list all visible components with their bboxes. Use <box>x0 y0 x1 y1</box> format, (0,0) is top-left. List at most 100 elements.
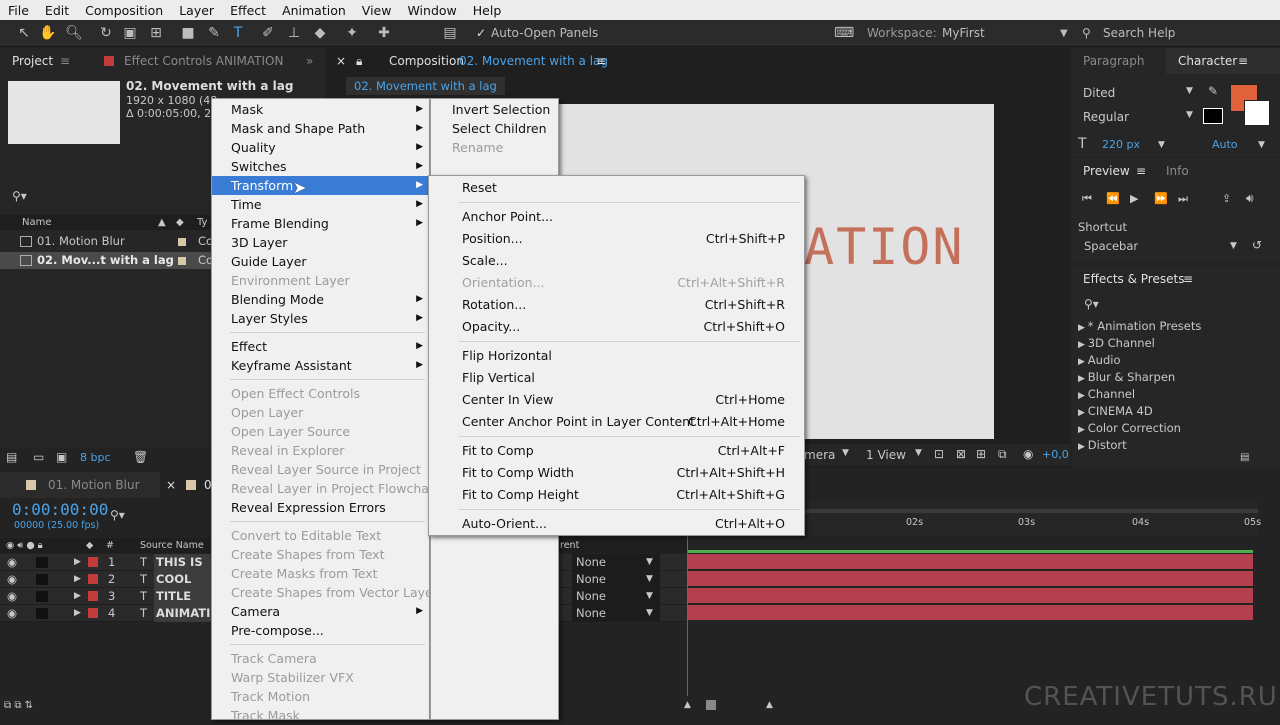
effects-search-icon[interactable]: ⚲▾ <box>1084 297 1099 311</box>
layer-menu-item[interactable]: Camera ▶ <box>212 602 429 621</box>
panel-overflow-icon[interactable]: » <box>306 48 313 74</box>
fast-preview-icon[interactable]: ⊠ <box>956 447 966 461</box>
parent-dropdown-icon[interactable]: ▼ <box>646 588 653 605</box>
layer-menu-item[interactable]: 3D Layer <box>212 233 429 252</box>
disclosure-triangle-icon[interactable]: ▶ <box>1078 340 1088 350</box>
layer-menu-item[interactable]: Layer Styles ▶ <box>212 309 429 328</box>
toggle-pixel-icon[interactable]: ⊡ <box>934 447 944 461</box>
transform-menu-item[interactable]: Flip Vertical <box>429 367 804 389</box>
font-size-value[interactable]: 220 px <box>1102 138 1140 151</box>
eye-icon[interactable]: ◉ <box>7 588 17 605</box>
expand-triangle-icon[interactable]: ▶ <box>74 588 81 605</box>
composition-tab-prefix[interactable]: Composition <box>389 48 464 74</box>
brush-tool-icon[interactable]: ✐ <box>258 23 278 43</box>
layer-menu-item[interactable]: Quality ▶ <box>212 138 429 157</box>
leading-value[interactable]: Auto <box>1212 138 1238 151</box>
pen-tool-icon[interactable]: ✎ <box>204 23 224 43</box>
puppet-pin-tool-icon[interactable]: ✚ <box>374 23 394 43</box>
layer-menu-item[interactable]: Time ▶ <box>212 195 429 214</box>
effects-category[interactable]: ▶ 3D Channel <box>1078 336 1155 350</box>
menu-edit[interactable]: Edit <box>37 3 77 18</box>
keyboard-icon[interactable]: ⌨ <box>834 23 854 43</box>
rectangle-tool-icon[interactable]: ■ <box>178 23 198 43</box>
audio-icon[interactable]: 🔊︎ <box>1246 191 1254 206</box>
disclosure-triangle-icon[interactable]: ▶ <box>1078 425 1088 435</box>
eye-icon[interactable]: ◉ <box>7 571 17 588</box>
transform-menu-item[interactable]: Position... Ctrl+Shift+P <box>429 228 804 250</box>
first-frame-icon[interactable]: ⏮ <box>1082 192 1092 206</box>
type-column-header[interactable]: Ty <box>197 215 207 230</box>
layer-menu-item[interactable]: Mask and Shape Path ▶ <box>212 119 429 138</box>
transform-menu-item[interactable]: Scale... <box>429 250 804 272</box>
timeline-tab-motion-blur[interactable]: 01. Motion Blur <box>48 472 140 498</box>
search-icon[interactable]: ⚲ <box>1082 26 1091 40</box>
close-tab-icon[interactable]: × <box>336 48 346 74</box>
expand-triangle-icon[interactable]: ▶ <box>74 605 81 622</box>
effects-category[interactable]: ▶ Channel <box>1078 387 1135 401</box>
rotate-tool-icon[interactable]: ↻ <box>96 23 116 43</box>
effects-category[interactable]: ▶ CINEMA 4D <box>1078 404 1153 418</box>
parent-column-header[interactable]: rent <box>560 538 579 553</box>
composition-tab-name[interactable]: 02. Movement with a lag <box>459 48 608 74</box>
play-icon[interactable]: ▶ <box>1130 192 1138 205</box>
loop-icon[interactable]: ⇪ <box>1222 192 1231 205</box>
camera-dropdown-icon[interactable]: ▼ <box>842 448 849 458</box>
effects-category[interactable]: ▶ Color Correction <box>1078 421 1181 435</box>
next-frame-icon[interactable]: ⏩ <box>1154 192 1168 205</box>
hand-tool-icon[interactable]: ✋ <box>38 23 58 43</box>
zoom-slider-handle[interactable] <box>706 700 716 710</box>
layer-bar[interactable] <box>688 571 1253 586</box>
font-style-select[interactable]: Regular <box>1083 110 1129 124</box>
layer-menu-item[interactable]: Mask ▶ <box>212 100 429 119</box>
disclosure-triangle-icon[interactable]: ▶ <box>1078 323 1088 333</box>
composition-menu-icon[interactable]: ≡ <box>596 48 606 74</box>
label-swatch[interactable] <box>88 608 98 618</box>
effects-category[interactable]: ▶ Distort <box>1078 438 1127 452</box>
close-tab-icon[interactable]: × <box>166 472 176 498</box>
parent-dropdown-icon[interactable]: ▼ <box>646 571 653 588</box>
shortcut-dropdown-icon[interactable]: ▼ <box>1230 241 1237 251</box>
size-dropdown-icon[interactable]: ▼ <box>1158 140 1165 150</box>
transform-menu-item[interactable]: Fit to Comp Ctrl+Alt+F <box>429 440 804 462</box>
view-layout-select[interactable]: 1 View <box>866 448 906 462</box>
exposure-value[interactable]: +0,0 <box>1042 448 1069 461</box>
effect-controls-tab[interactable]: Effect Controls ANIMATION <box>124 48 283 74</box>
layer-name[interactable]: ANIMATI <box>154 605 212 622</box>
timeline-icon[interactable]: ⊞ <box>976 447 986 461</box>
shortcut-select[interactable]: Spacebar <box>1084 239 1138 253</box>
layer-name[interactable]: COOL <box>154 571 212 588</box>
layer-name[interactable]: THIS IS <box>154 554 212 571</box>
menu-window[interactable]: Window <box>399 3 464 18</box>
view-dropdown-icon[interactable]: ▼ <box>915 448 922 458</box>
transform-menu-item[interactable]: Center Anchor Point in Layer Content Ctrl… <box>429 411 804 433</box>
camera-tool-icon[interactable]: ▣ <box>120 23 140 43</box>
disclosure-triangle-icon[interactable]: ▶ <box>1078 442 1088 452</box>
project-item-selected[interactable]: 02. Mov...t with a lag Co <box>0 252 213 269</box>
expand-triangle-icon[interactable]: ▶ <box>74 571 81 588</box>
label-swatch[interactable] <box>88 574 98 584</box>
info-tab[interactable]: Info <box>1166 158 1189 184</box>
layer-bar[interactable] <box>688 605 1253 620</box>
character-menu-icon[interactable]: ≡ <box>1238 48 1248 74</box>
new-composition-icon[interactable]: ▣ <box>56 450 67 464</box>
timeline-search-icon[interactable]: ⚲▾ <box>110 508 125 522</box>
project-tab[interactable]: Project <box>12 48 53 74</box>
layer-menu-item[interactable]: Switches ▶ <box>212 157 429 176</box>
black-swatch[interactable] <box>1203 108 1223 124</box>
transform-menu-item[interactable]: Rotation... Ctrl+Shift+R <box>429 294 804 316</box>
selection-tool-icon[interactable]: ↖ <box>14 23 34 43</box>
interpret-footage-icon[interactable]: ▤ <box>6 450 17 464</box>
solo-switch[interactable] <box>36 591 48 602</box>
camera-view-select[interactable]: mera <box>804 448 835 462</box>
transform-menu-item[interactable]: Auto-Orient... Ctrl+Alt+O <box>429 513 804 535</box>
style-dropdown-icon[interactable]: ▼ <box>1186 110 1193 120</box>
project-search-icon[interactable]: ⚲▾ <box>12 189 27 203</box>
transform-menu-item[interactable]: Reset <box>429 177 804 199</box>
playhead[interactable] <box>687 536 688 696</box>
disclosure-triangle-icon[interactable]: ▶ <box>1078 357 1088 367</box>
expand-triangle-icon[interactable]: ▶ <box>74 554 81 571</box>
new-folder-icon[interactable]: ▭ <box>33 450 44 464</box>
eye-icon[interactable]: ◉ <box>7 554 17 571</box>
effects-presets-tab[interactable]: Effects & Presets <box>1083 266 1184 292</box>
pan-behind-tool-icon[interactable]: ⊞ <box>146 23 166 43</box>
